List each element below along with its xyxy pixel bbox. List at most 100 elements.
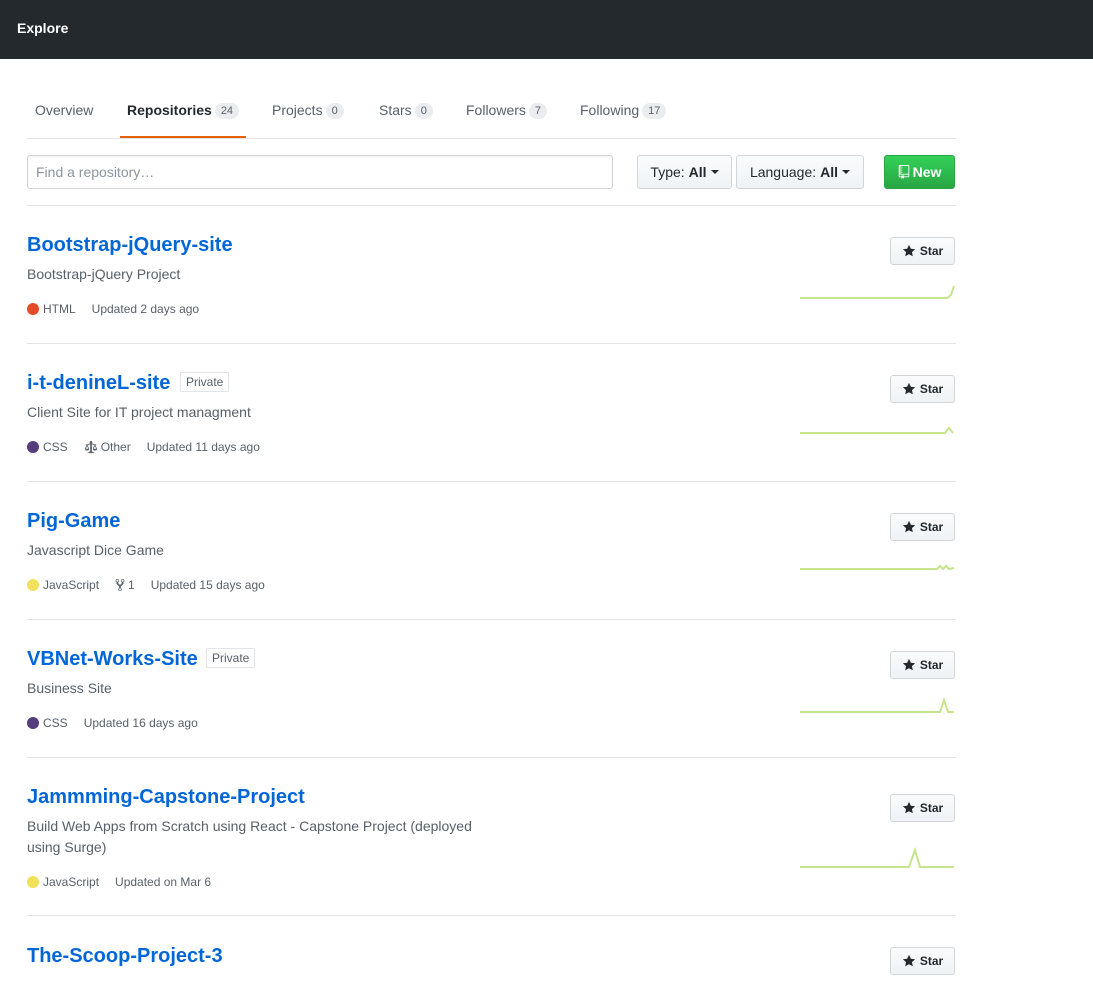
repo-name-link[interactable]: VBNet-Works-Site: [27, 647, 198, 671]
top-header: Explore: [0, 0, 1093, 59]
star-icon: [902, 382, 915, 395]
tab-counter: 24: [214, 103, 240, 119]
tab-label: Repositories: [127, 102, 212, 118]
repo-list-item: VBNet-Works-Site Private Business Site C…: [27, 620, 956, 758]
repo-meta: CSS Other Updated 11 days ago: [27, 439, 276, 455]
tab-label: Followers: [466, 102, 526, 118]
repo-updated: Updated 11 days ago: [146, 440, 260, 454]
repo-list-item: Bootstrap-jQuery-site Bootstrap-jQuery P…: [27, 206, 956, 344]
find-repository-input[interactable]: [27, 155, 613, 189]
private-badge: Private: [180, 372, 230, 392]
star-label: Star: [919, 244, 944, 258]
type-filter-label: Type:: [650, 164, 685, 180]
repository-filter-bar: Type:All Language:All New: [27, 138, 956, 206]
type-filter-button[interactable]: Type: All: [637, 155, 732, 189]
repo-icon: [898, 165, 909, 179]
language-filter-value: All: [820, 164, 839, 180]
language-color-dot: [27, 876, 39, 888]
star-button[interactable]: Star: [890, 513, 955, 541]
repo-updated: Updated 2 days ago: [91, 302, 200, 316]
language-name: CSS: [43, 440, 68, 454]
star-label: Star: [919, 954, 944, 968]
repo-updated: Updated 15 days ago: [150, 578, 265, 592]
repo-language: JavaScript: [27, 577, 99, 593]
activity-sparkline-graph: [800, 564, 955, 571]
tab-label: Overview: [35, 102, 94, 118]
new-button-label: New: [912, 164, 942, 180]
language-name: CSS: [43, 716, 68, 730]
language-color-dot: [27, 303, 39, 315]
caret-down-icon: [710, 170, 719, 174]
repo-meta: JavaScript Updated on Mar 6: [27, 874, 227, 890]
tab-label: Stars: [379, 102, 412, 118]
repo-name-link[interactable]: Pig-Game: [27, 509, 120, 533]
repo-updated: Updated 16 days ago: [83, 716, 198, 730]
repo-forks[interactable]: 1: [115, 577, 135, 593]
repo-description: Javascript Dice Game: [27, 542, 164, 558]
star-icon: [902, 954, 915, 967]
new-repository-button[interactable]: New: [884, 155, 955, 189]
tab-counter: 7: [528, 103, 548, 119]
star-button[interactable]: Star: [890, 794, 955, 822]
caret-down-icon: [842, 170, 851, 174]
repo-description: Business Site: [27, 680, 112, 696]
tab-counter: 17: [642, 103, 667, 119]
repo-list-item: Pig-Game Javascript Dice Game JavaScript…: [27, 482, 956, 620]
star-button[interactable]: Star: [890, 237, 955, 265]
star-label: Star: [919, 658, 944, 672]
repo-description: Client Site for IT project managment: [27, 404, 251, 420]
tab-label: Projects: [272, 102, 323, 118]
language-color-dot: [27, 579, 39, 591]
repo-updated: Updated on Mar 6: [115, 875, 212, 889]
fork-icon: [115, 578, 125, 592]
repo-meta: HTML Updated 2 days ago: [27, 301, 215, 317]
license-name: Other: [100, 440, 131, 454]
tab-stars[interactable]: Stars 0: [379, 100, 433, 120]
activity-sparkline-graph: [800, 846, 954, 868]
language-color-dot: [27, 717, 39, 729]
private-badge: Private: [206, 648, 256, 668]
tab-counter: 0: [414, 103, 433, 119]
repo-license: Other: [84, 439, 131, 455]
language-name: JavaScript: [43, 875, 100, 889]
star-button[interactable]: Star: [890, 947, 955, 975]
star-button[interactable]: Star: [890, 651, 955, 679]
star-label: Star: [919, 382, 944, 396]
tab-following[interactable]: Following 17: [580, 100, 667, 120]
tab-repositories[interactable]: Repositories 24: [119, 100, 247, 138]
language-filter-button[interactable]: Language: All: [736, 155, 864, 189]
repo-name-link[interactable]: Jammming-Capstone-Project: [27, 785, 305, 809]
tab-projects[interactable]: Projects 0: [272, 100, 344, 120]
repo-meta: CSS Updated 16 days ago: [27, 715, 214, 731]
tab-counter: 0: [325, 103, 344, 119]
repo-name-link[interactable]: i-t-denineL-site: [27, 371, 170, 395]
repo-name-link[interactable]: Bootstrap-jQuery-site: [27, 233, 233, 257]
repo-name-link[interactable]: The-Scoop-Project-3: [27, 944, 223, 968]
repo-description: Build Web Apps from Scratch using React …: [27, 818, 472, 855]
explore-link[interactable]: Explore: [17, 19, 68, 37]
tab-label: Following: [580, 102, 640, 118]
repo-meta: JavaScript 1 Updated 15 days ago: [27, 577, 281, 593]
tab-followers[interactable]: Followers 7: [466, 100, 548, 120]
repo-language: HTML: [27, 301, 76, 317]
fork-count: 1: [128, 578, 135, 592]
repo-language: JavaScript: [27, 874, 99, 890]
repo-language: CSS: [27, 715, 68, 731]
repo-list-item: Jammming-Capstone-Project Build Web Apps…: [27, 758, 956, 916]
repo-description: Bootstrap-jQuery Project: [27, 266, 181, 282]
activity-sparkline-graph: [800, 285, 955, 299]
language-filter-label: Language:: [749, 164, 817, 180]
type-filter-value: All: [688, 164, 707, 180]
star-icon: [902, 244, 915, 257]
star-icon: [902, 658, 915, 671]
profile-tabs: Overview Repositories 24 Projects 0 Stars 0…: [27, 86, 956, 139]
star-button[interactable]: Star: [890, 375, 955, 403]
star-icon: [902, 520, 915, 533]
language-color-dot: [27, 441, 39, 453]
star-label: Star: [919, 520, 944, 534]
law-icon: [84, 440, 97, 454]
language-name: HTML: [43, 302, 76, 316]
repo-list-item: The-Scoop-Project-3 Star: [27, 916, 956, 996]
tab-overview[interactable]: Overview: [35, 100, 93, 120]
repo-list-item: i-t-denineL-site Private Client Site for…: [27, 344, 956, 482]
